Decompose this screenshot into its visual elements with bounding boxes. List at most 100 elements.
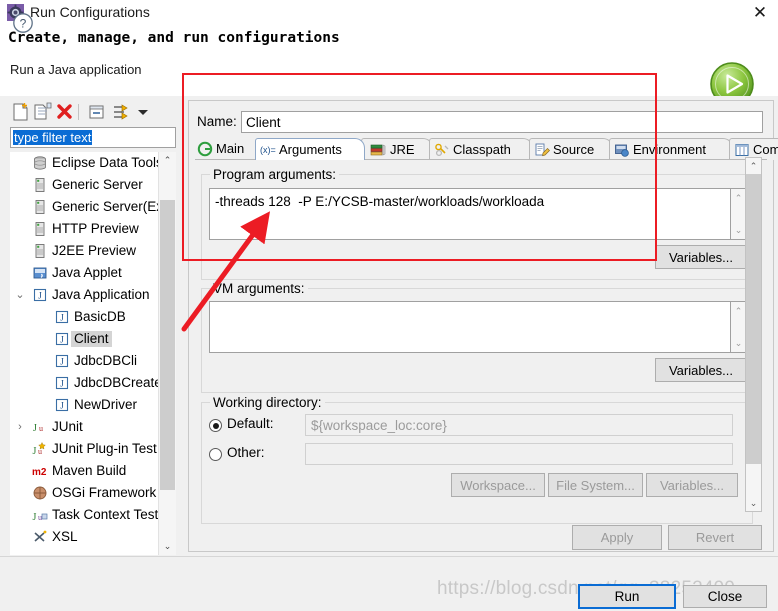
variables-button[interactable]: Variables... <box>646 473 738 497</box>
close-icon[interactable]: ✕ <box>750 3 770 23</box>
radio-indicator <box>209 448 222 461</box>
scrollbar-thumb[interactable] <box>746 174 761 464</box>
tree-item-label: Generic Server <box>52 177 143 192</box>
tree-item-http-preview[interactable]: HTTP Preview <box>10 218 158 240</box>
scroll-down-icon[interactable]: ⌄ <box>731 335 746 351</box>
tab-arguments[interactable]: (x)= Arguments <box>255 138 365 160</box>
vm-arguments-input[interactable] <box>209 301 731 353</box>
tree-item-jdbcdbcreatetable[interactable]: J JdbcDBCreateT <box>10 372 158 394</box>
name-row: Name: <box>197 111 763 133</box>
toolbar-divider <box>78 104 79 120</box>
delete-configuration-icon[interactable] <box>54 102 76 122</box>
svg-text:J: J <box>33 423 37 434</box>
java-applet-icon <box>32 265 48 281</box>
tree-item-java-applet[interactable]: Java Applet <box>10 262 158 284</box>
osgi-icon <box>32 485 48 501</box>
common-tab-icon <box>734 142 750 158</box>
tree-item-label: Generic Server(Exte <box>52 199 158 214</box>
view-menu-chevron-icon[interactable] <box>132 102 154 122</box>
java-application-icon: J <box>32 287 48 303</box>
revert-button[interactable]: Revert <box>668 525 762 550</box>
tree-item-client[interactable]: J Client <box>10 328 158 350</box>
tab-jre[interactable]: JRE <box>361 138 433 160</box>
tab-label: JRE <box>390 142 415 157</box>
configurations-sidebar: type filter text Eclipse Data Tools Gene… <box>4 98 184 597</box>
tree-item-junit[interactable]: › J u JUnit <box>10 416 158 438</box>
tree-item-newdriver[interactable]: J NewDriver <box>10 394 158 416</box>
filter-icon[interactable] <box>110 102 132 122</box>
tree-item-eclipse-data-tools[interactable]: Eclipse Data Tools <box>10 152 158 174</box>
java-launch-icon: J <box>54 397 70 413</box>
tree-item-label: Eclipse Data Tools <box>52 155 158 170</box>
scroll-up-icon[interactable]: ⌃ <box>746 158 761 174</box>
content-vertical-scrollbar[interactable]: ⌃ ⌄ <box>745 157 762 512</box>
name-label: Name: <box>197 114 237 129</box>
tree-item-j2ee-preview[interactable]: J2EE Preview <box>10 240 158 262</box>
new-configuration-icon[interactable] <box>10 102 32 122</box>
working-directory-default-radio[interactable]: Default: <box>209 416 309 436</box>
tree-item-label: JdbcDBCreateT <box>74 375 158 390</box>
run-button[interactable]: Run <box>578 584 676 609</box>
help-question-icon[interactable]: ? <box>12 12 34 34</box>
tree-item-java-application[interactable]: ⌄ J Java Application <box>10 284 158 306</box>
sidebar-toolbar <box>4 100 182 124</box>
working-directory-other-radio[interactable]: Other: <box>209 445 309 465</box>
tree-item-generic-server-external[interactable]: Generic Server(Exte <box>10 196 158 218</box>
duplicate-configuration-icon[interactable] <box>32 102 54 122</box>
working-directory-other-input[interactable] <box>305 443 733 465</box>
chevron-right-icon[interactable]: › <box>14 420 26 434</box>
search-input[interactable]: type filter text <box>10 127 176 148</box>
tab-classpath[interactable]: Classpath <box>429 138 533 160</box>
maven-m2-icon: m2 <box>32 463 48 479</box>
tree-item-junit-plugin-test[interactable]: J u JUnit Plug-in Test <box>10 438 158 460</box>
name-input[interactable] <box>241 111 763 133</box>
scroll-up-icon[interactable]: ⌃ <box>731 190 746 206</box>
workspace-button[interactable]: Workspace... <box>451 473 545 497</box>
java-launch-icon: J <box>54 375 70 391</box>
server-icon <box>32 221 48 237</box>
collapse-all-icon[interactable] <box>86 102 108 122</box>
tree-item-basicdb[interactable]: J BasicDB <box>10 306 158 328</box>
tab-label: Arguments <box>279 142 342 157</box>
tree-item-label: Java Applet <box>52 265 122 280</box>
tree-vertical-scrollbar[interactable]: ⌃ ⌄ <box>158 152 176 555</box>
chevron-down-icon[interactable]: ⌄ <box>14 288 26 302</box>
scrollbar-thumb[interactable] <box>160 200 175 490</box>
file-system-button[interactable]: File System... <box>548 473 643 497</box>
vm-arguments-variables-button[interactable]: Variables... <box>655 358 747 382</box>
main-tab-icon <box>197 141 213 157</box>
svg-text:m2: m2 <box>32 467 47 478</box>
configuration-editor-panel: Name: Main (x)= <box>188 100 778 552</box>
scroll-down-icon[interactable]: ⌄ <box>731 222 746 238</box>
program-arguments-variables-button[interactable]: Variables... <box>655 245 747 269</box>
tree-item-maven-build[interactable]: m2 Maven Build <box>10 460 158 482</box>
svg-text:J: J <box>38 291 42 301</box>
tab-environment[interactable]: Environment <box>609 138 733 160</box>
scroll-down-icon[interactable]: ⌄ <box>746 495 761 511</box>
scroll-up-icon[interactable]: ⌃ <box>731 303 746 319</box>
tree-item-label: J2EE Preview <box>52 243 137 258</box>
tree-item-label: HTTP Preview <box>52 221 139 236</box>
configurations-tree[interactable]: Eclipse Data Tools Generic Server Generi… <box>10 152 158 555</box>
tree-item-label: BasicDB <box>74 309 126 324</box>
svg-text:u: u <box>39 424 43 433</box>
filter-text: type filter text <box>13 130 93 145</box>
tab-source[interactable]: Source <box>529 138 613 160</box>
dialog-body: type filter text Eclipse Data Tools Gene… <box>0 96 778 597</box>
jre-tab-icon <box>370 142 386 158</box>
server-icon <box>32 199 48 215</box>
tree-item-label: NewDriver <box>74 397 138 412</box>
tab-main[interactable]: Main <box>195 138 258 160</box>
apply-button[interactable]: Apply <box>572 525 662 550</box>
tree-item-generic-server[interactable]: Generic Server <box>10 174 158 196</box>
server-icon <box>32 177 48 193</box>
tree-item-osgi-framework[interactable]: OSGi Framework <box>10 482 158 504</box>
scroll-up-icon[interactable]: ⌃ <box>159 152 176 169</box>
close-button[interactable]: Close <box>683 585 767 608</box>
program-arguments-input[interactable] <box>209 188 731 240</box>
tree-item-jdbcdbcli[interactable]: J JdbcDBCli <box>10 350 158 372</box>
junit-plugin-icon: J u <box>32 441 48 457</box>
tab-bar: Main (x)= Arguments JRE Classpath Source… <box>195 138 778 160</box>
tree-item-label: Client <box>71 331 112 347</box>
junit-icon: J u <box>32 419 48 435</box>
